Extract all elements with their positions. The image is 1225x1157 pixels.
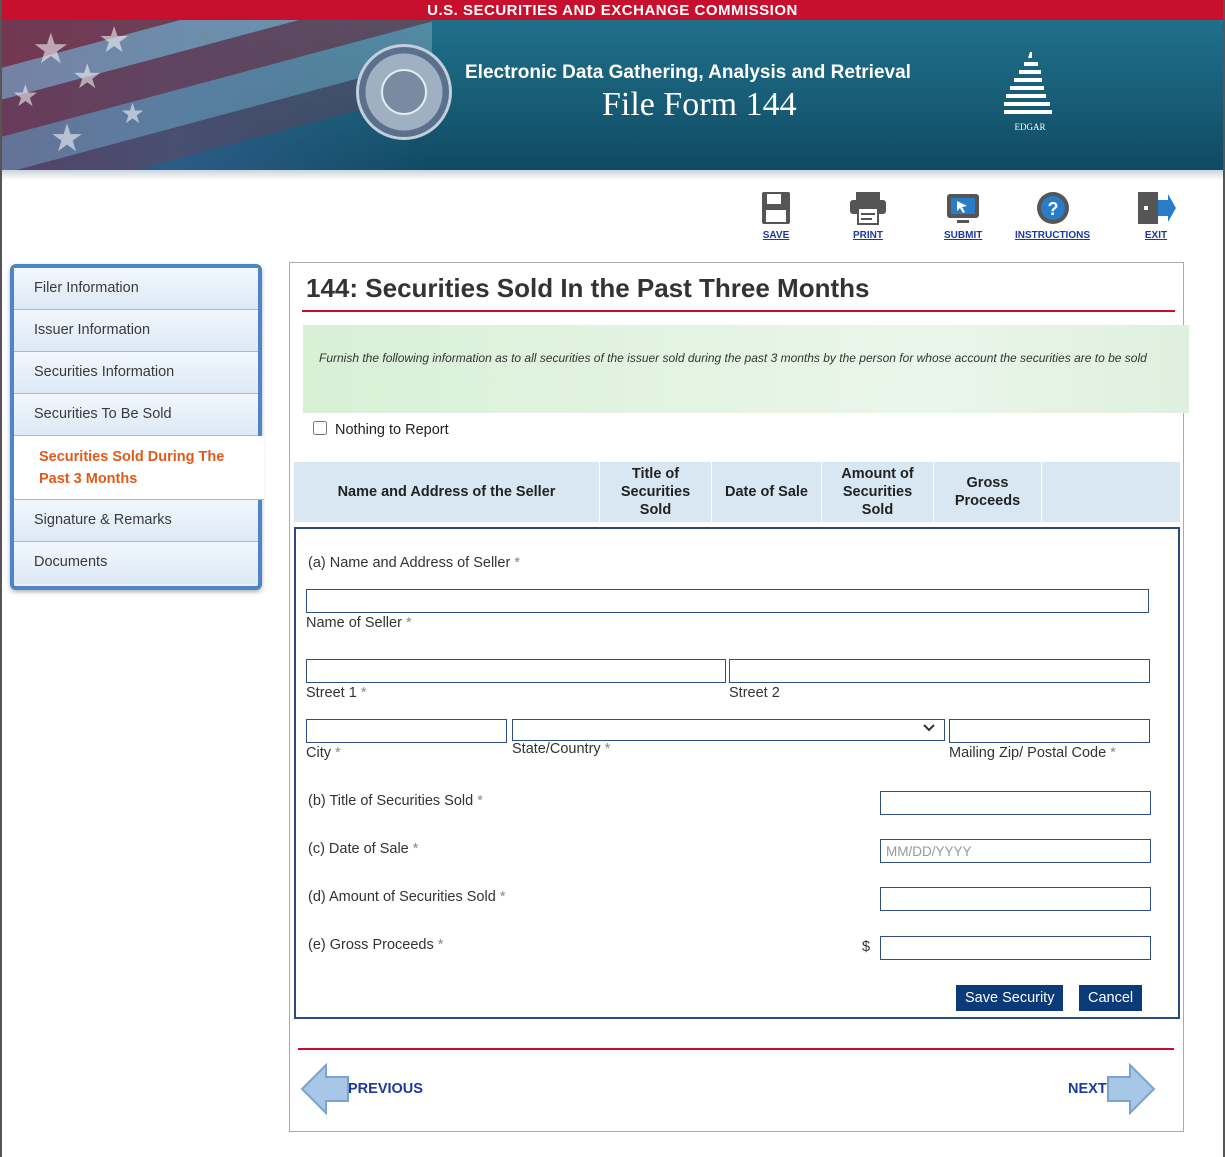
question-circle-icon: ?	[1036, 192, 1069, 224]
gross-proceeds-label: (e) Gross Proceeds *	[308, 937, 444, 953]
cancel-button[interactable]: Cancel	[1079, 985, 1143, 1011]
edgar-logo: EDGAR	[1002, 50, 1058, 132]
column-header-amount: Amount of Securities Sold	[821, 461, 934, 523]
title-of-securities-label: (b) Title of Securities Sold *	[308, 793, 483, 809]
date-of-sale-label: (c) Date of Sale *	[308, 841, 419, 857]
nothing-to-report-label: Nothing to Report	[335, 422, 449, 438]
column-header-seller: Name and Address of the Seller	[293, 461, 600, 523]
agency-bar: U.S. SECURITIES AND EXCHANGE COMMISSION	[2, 0, 1223, 20]
next-label[interactable]: NEXT	[1068, 1081, 1107, 1097]
main-panel: 144: Securities Sold In the Past Three M…	[289, 262, 1189, 1132]
column-header-proceeds: Gross Proceeds	[933, 461, 1042, 523]
previous-label[interactable]: PREVIOUS	[348, 1081, 423, 1097]
edgar-logo-text: EDGAR	[1014, 122, 1046, 132]
street2-input[interactable]	[729, 659, 1150, 683]
security-form: (a) Name and Address of Seller * Name of…	[294, 527, 1180, 1019]
star-icon: ★	[72, 58, 103, 96]
star-icon: ★	[50, 118, 85, 160]
title-divider	[302, 310, 1175, 312]
nothing-to-report-row[interactable]: Nothing to Report	[313, 421, 449, 438]
gross-proceeds-input[interactable]	[880, 936, 1151, 960]
printer-icon	[850, 192, 886, 225]
arrow-right-icon	[1107, 1063, 1156, 1115]
exit-label[interactable]: EXIT	[1136, 230, 1176, 241]
info-box: Furnish the following information as to …	[303, 325, 1189, 413]
currency-symbol: $	[862, 939, 871, 955]
name-address-heading: (a) Name and Address of Seller *	[308, 555, 520, 571]
state-country-label: State/Country *	[512, 741, 611, 757]
exit-button[interactable]: EXIT	[1136, 190, 1176, 241]
star-icon: ★	[98, 20, 131, 60]
sidebar-item-securities-information[interactable]: Securities Information	[14, 352, 258, 394]
save-button[interactable]: SAVE	[760, 190, 792, 241]
sidebar-item-securities-sold-past-3-months[interactable]: Securities Sold During The Past 3 Months	[14, 436, 264, 500]
agency-name: U.S. SECURITIES AND EXCHANGE COMMISSION	[427, 2, 798, 19]
svg-text:?: ?	[1047, 199, 1058, 219]
required-asterisk: *	[514, 555, 520, 571]
exit-door-icon	[1138, 192, 1176, 224]
street2-label: Street 2	[729, 685, 780, 701]
name-of-seller-input[interactable]	[306, 589, 1149, 613]
name-of-seller-label: Name of Seller *	[306, 615, 412, 631]
date-of-sale-input[interactable]	[880, 839, 1151, 863]
monitor-submit-icon	[947, 194, 980, 223]
save-label[interactable]: SAVE	[760, 230, 792, 241]
city-input[interactable]	[306, 719, 507, 743]
sidebar-item-signature-remarks[interactable]: Signature & Remarks	[14, 500, 258, 542]
nothing-to-report-checkbox[interactable]	[313, 421, 327, 435]
column-header-date: Date of Sale	[711, 461, 822, 523]
banner-subtitle: Electronic Data Gathering, Analysis and …	[465, 62, 911, 83]
state-country-select[interactable]	[512, 719, 945, 741]
save-security-button[interactable]: Save Security	[956, 985, 1064, 1011]
print-button[interactable]: PRINT	[848, 190, 888, 241]
previous-button[interactable]: PREVIOUS	[300, 1062, 423, 1118]
star-icon: ★	[120, 98, 146, 129]
floppy-disk-icon	[762, 192, 790, 224]
zip-input[interactable]	[949, 719, 1150, 743]
amount-of-securities-input[interactable]	[880, 887, 1151, 911]
star-icon: ★	[32, 25, 70, 72]
info-text: Furnish the following information as to …	[319, 351, 1147, 365]
page-title: 144: Securities Sold In the Past Three M…	[306, 273, 870, 303]
zip-label: Mailing Zip/ Postal Code *	[949, 745, 1116, 761]
securities-table: Name and Address of the Seller Title of …	[293, 461, 1181, 523]
sidebar-nav: Filer Information Issuer Information Sec…	[10, 264, 264, 590]
amount-of-securities-label: (d) Amount of Securities Sold *	[308, 889, 506, 905]
sidebar-item-documents[interactable]: Documents	[14, 542, 258, 584]
bottom-divider	[298, 1048, 1174, 1050]
title-of-securities-input[interactable]	[880, 791, 1151, 815]
chevron-down-icon	[923, 724, 935, 732]
street1-label: Street 1 *	[306, 685, 367, 701]
column-header-actions	[1041, 461, 1181, 523]
submit-button[interactable]: SUBMIT	[944, 190, 982, 241]
street1-input[interactable]	[306, 659, 726, 683]
column-header-title: Title of Securities Sold	[599, 461, 712, 523]
city-label: City *	[306, 745, 341, 761]
arrow-left-icon	[300, 1062, 349, 1116]
table-header-row: Name and Address of the Seller Title of …	[293, 461, 1181, 523]
instructions-button[interactable]: ? INSTRUCTIONS	[1015, 190, 1090, 241]
sidebar-item-filer-information[interactable]: Filer Information	[14, 268, 258, 310]
submit-label[interactable]: SUBMIT	[944, 230, 982, 241]
sidebar-item-issuer-information[interactable]: Issuer Information	[14, 310, 258, 352]
header-banner: ★ ★ ★ ★ ★ ★ Electronic Data Gathering, A…	[2, 20, 1223, 170]
banner-title: File Form 144	[602, 86, 797, 123]
sidebar-item-securities-to-be-sold[interactable]: Securities To Be Sold	[14, 394, 258, 436]
star-icon: ★	[12, 80, 39, 113]
sec-seal-logo	[356, 44, 452, 140]
instructions-label[interactable]: INSTRUCTIONS	[1015, 230, 1090, 241]
print-label[interactable]: PRINT	[848, 230, 888, 241]
